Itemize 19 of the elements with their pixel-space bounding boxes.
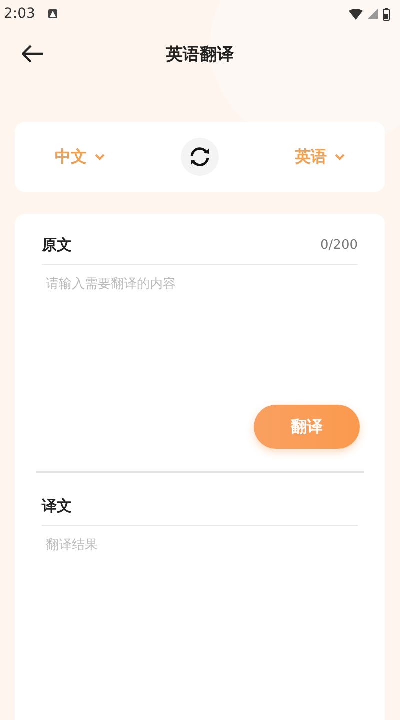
character-counter: 0/200 (320, 238, 358, 252)
result-label: 译文 (42, 496, 72, 516)
chevron-down-icon (95, 154, 105, 160)
target-language-dropdown[interactable]: 英语 (291, 142, 349, 172)
source-language-dropdown[interactable]: 中文 (51, 142, 109, 172)
signal-icon (368, 9, 378, 19)
status-time: 2:03 (4, 6, 36, 22)
battery-icon (383, 8, 390, 20)
source-text-field[interactable]: 请输入需要翻译的内容 (42, 265, 358, 405)
notification-icon (48, 9, 58, 19)
translate-button[interactable]: 翻译 (254, 405, 360, 449)
page-title: 英语翻译 (166, 44, 234, 66)
wifi-icon (349, 8, 363, 20)
chevron-down-icon (335, 154, 345, 160)
source-label: 原文 (42, 236, 72, 254)
swap-icon (188, 145, 212, 169)
swap-button[interactable] (181, 138, 219, 176)
result-text-field[interactable]: 翻译结果 (42, 526, 358, 596)
back-icon[interactable] (22, 45, 44, 63)
